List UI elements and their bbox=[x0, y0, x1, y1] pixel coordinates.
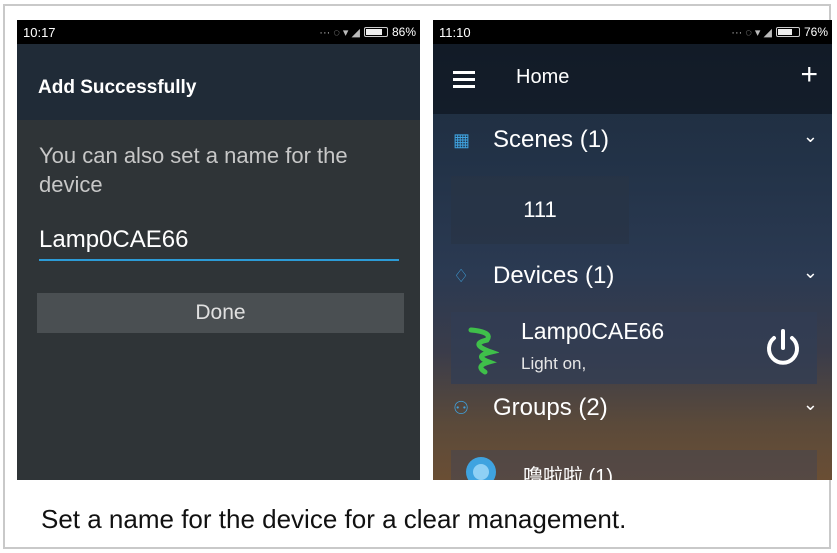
device-name: Lamp0CAE66 bbox=[521, 318, 665, 344]
battery-percent: 76% bbox=[803, 25, 828, 39]
page-title: Home bbox=[516, 66, 570, 88]
screenshot-frame: 10:17 ··· ◌ ▾ ◢ 86% Add Successfully You… bbox=[3, 4, 832, 549]
right-phone-screen: 11:10 ··· ◌ ▾ ◢ 76% Home + ▦ Scenes (1) … bbox=[433, 20, 832, 480]
dialog-message: You can also set a name for the device bbox=[39, 143, 348, 197]
app-bar: Home + bbox=[433, 44, 832, 114]
status-time: 10:17 bbox=[23, 24, 56, 40]
groups-icon: ⚇ bbox=[453, 398, 470, 418]
scenes-label: Scenes (1) bbox=[493, 126, 610, 153]
signal-icon: ··· ◌ ▾ ◢ bbox=[731, 26, 772, 39]
done-button[interactable]: Done bbox=[37, 293, 404, 333]
group-label: 噜啦啦 (1) bbox=[523, 466, 613, 480]
caption: Set a name for the device for a clear ma… bbox=[41, 504, 627, 534]
devices-section-header[interactable]: ♢ Devices (1) ⌄ bbox=[433, 258, 832, 298]
scene-tile[interactable]: 111 bbox=[451, 176, 629, 244]
device-name-input[interactable] bbox=[39, 225, 399, 261]
battery-icon bbox=[775, 27, 800, 37]
scenes-section-header[interactable]: ▦ Scenes (1) ⌄ bbox=[433, 122, 832, 162]
status-bar: 11:10 ··· ◌ ▾ ◢ 76% bbox=[433, 20, 832, 44]
left-phone-screen: 10:17 ··· ◌ ▾ ◢ 86% Add Successfully You… bbox=[17, 20, 420, 480]
status-icons: ··· ◌ ▾ ◢ 76% bbox=[731, 25, 828, 39]
signal-icon: ··· ◌ ▾ ◢ bbox=[319, 26, 360, 39]
devices-label: Devices (1) bbox=[493, 262, 615, 289]
device-card[interactable]: Lamp0CAE66 Light on, bbox=[451, 312, 817, 384]
group-bulb-icon bbox=[466, 457, 496, 480]
groups-label: Groups (2) bbox=[493, 394, 608, 421]
status-time: 11:10 bbox=[439, 24, 471, 40]
spiral-bulb-icon bbox=[468, 327, 499, 375]
scenes-grid-icon: ▦ bbox=[453, 130, 471, 150]
group-item[interactable]: 噜啦啦 (1) bbox=[451, 450, 817, 480]
chevron-down-icon[interactable]: ⌄ bbox=[803, 394, 818, 415]
status-icons: ··· ◌ ▾ ◢ 86% bbox=[319, 25, 416, 39]
battery-percent: 86% bbox=[391, 25, 416, 39]
plus-icon[interactable]: + bbox=[800, 60, 818, 90]
battery-icon bbox=[363, 27, 388, 37]
groups-section-header[interactable]: ⚇ Groups (2) ⌄ bbox=[433, 390, 832, 430]
chevron-down-icon[interactable]: ⌄ bbox=[803, 262, 818, 283]
hamburger-icon[interactable] bbox=[453, 71, 475, 92]
device-status: Light on, bbox=[521, 354, 587, 373]
status-bar: 10:17 ··· ◌ ▾ ◢ 86% bbox=[17, 20, 420, 44]
bulb-outline-icon: ♢ bbox=[453, 266, 470, 286]
chevron-down-icon[interactable]: ⌄ bbox=[803, 126, 818, 147]
dialog-title: Add Successfully bbox=[17, 44, 420, 120]
power-icon[interactable] bbox=[761, 326, 805, 370]
